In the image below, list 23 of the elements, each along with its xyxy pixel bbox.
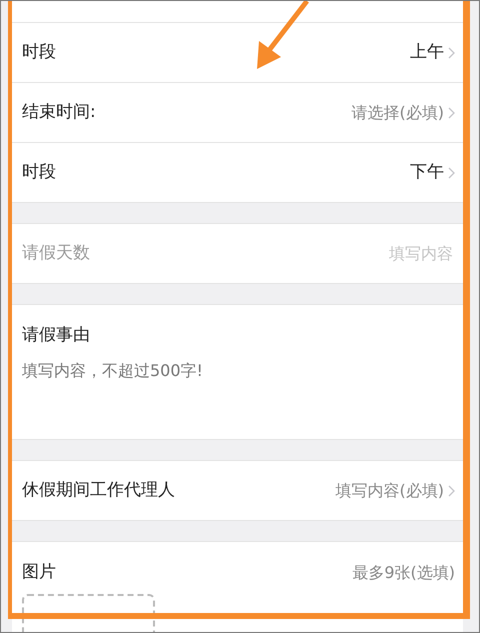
row-value: 填写内容(必填) [336,480,444,502]
reason-section[interactable]: 请假事由 填写内容，不超过500字! [12,305,463,440]
row-value: 上午 [410,40,444,64]
select-row[interactable]: 时段 上午 [12,23,463,83]
row-value: 下午 [410,160,444,184]
row-label: 时段 [22,40,56,64]
chevron-right-icon [448,106,455,118]
chevron-right-icon [448,46,455,58]
reason-field[interactable]: 填写内容，不超过500字! [22,358,453,438]
chevron-right-icon [448,484,455,496]
chevron-right-icon [448,166,455,178]
row-label: 请假天数 [22,242,90,265]
input-field[interactable]: 填写内容 [293,242,453,266]
select-row[interactable]: 结束时间: 请选择(必填) [12,83,463,143]
row-label: 请假事由 [22,324,91,347]
row-label: 休假期间工作代理人 [22,478,175,502]
select-row[interactable]: 时段 下午 [12,143,463,203]
row-hint: 最多9张(选填) [352,562,455,584]
select-row[interactable]: 休假期间工作代理人 填写内容(必填) [12,461,463,521]
row-label: 时段 [22,160,56,184]
row-value: 请选择(必填) [352,102,444,124]
row-label: 图片 [22,561,56,584]
row-label: 结束时间: [22,100,96,124]
